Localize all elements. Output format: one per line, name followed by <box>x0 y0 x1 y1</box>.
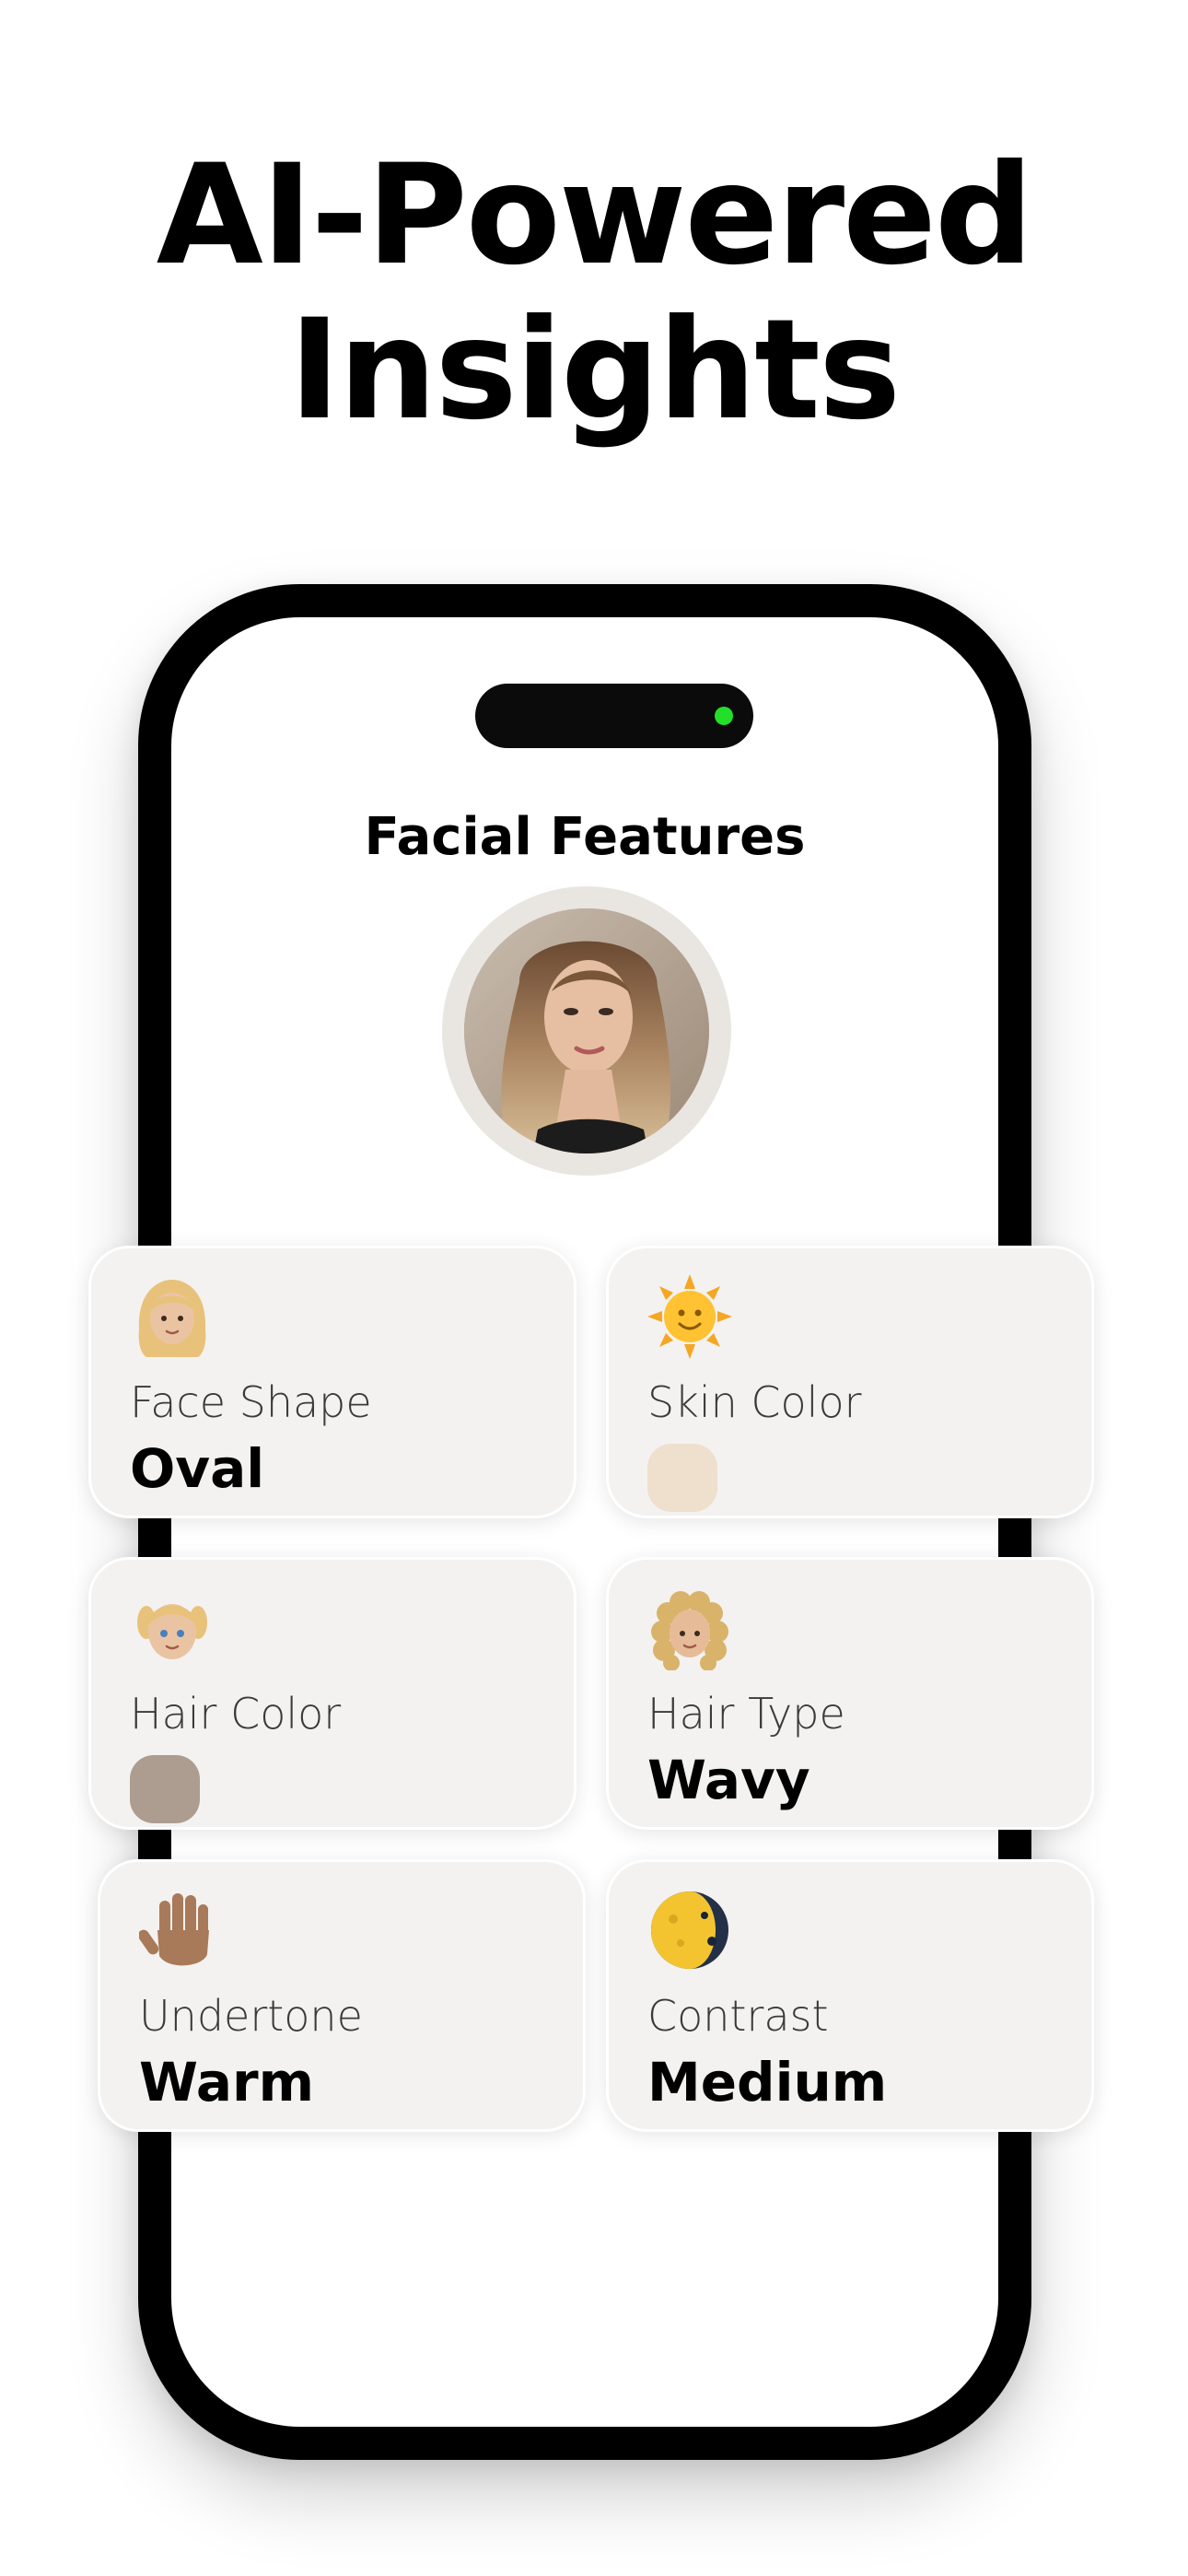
portrait-illustration <box>464 908 709 1153</box>
undertone-label: Undertone <box>139 1991 363 2041</box>
raised-hand-icon <box>139 1893 209 1966</box>
contrast-value: Medium <box>647 2051 888 2113</box>
face-shape-label: Face Shape <box>130 1377 372 1427</box>
curly-hair-icon <box>651 1591 728 1670</box>
phone-screen: Facial Features <box>171 617 998 2427</box>
hair-color-card[interactable]: Hair Color <box>88 1557 577 1830</box>
hair-color-label: Hair Color <box>130 1689 342 1739</box>
phone-frame: Facial Features <box>138 584 1031 2460</box>
undertone-value: Warm <box>139 2051 315 2113</box>
skin-color-swatch <box>647 1444 717 1512</box>
headline-line-2: Insights <box>288 290 901 451</box>
avatar-ring <box>442 886 731 1176</box>
woman-blonde-icon <box>138 1280 206 1357</box>
contrast-card[interactable]: Contrast Medium <box>606 1859 1094 2132</box>
undertone-card[interactable]: Undertone Warm <box>98 1859 586 2132</box>
face-shape-value: Oval <box>130 1437 265 1500</box>
skin-color-card[interactable]: Skin Color <box>606 1246 1094 1518</box>
face-shape-card[interactable]: Face Shape Oval <box>88 1246 577 1518</box>
hair-color-swatch <box>130 1755 200 1823</box>
moon-phase-icon <box>651 1891 728 1969</box>
hair-type-card[interactable]: Hair Type Wavy <box>606 1557 1094 1830</box>
headline: AI-Powered Insights <box>0 138 1188 448</box>
camera-indicator-dot <box>715 707 733 725</box>
skin-color-label: Skin Color <box>647 1377 862 1427</box>
dynamic-island <box>475 684 753 748</box>
girl-pigtails-icon <box>137 1604 207 1659</box>
contrast-label: Contrast <box>647 1991 829 2041</box>
hair-type-value: Wavy <box>647 1749 810 1811</box>
profile-photo[interactable] <box>464 908 709 1153</box>
screen-title: Facial Features <box>364 807 806 867</box>
hair-type-label: Hair Type <box>647 1689 845 1739</box>
sun-face-icon <box>647 1274 732 1359</box>
headline-line-1: AI-Powered <box>156 135 1034 296</box>
